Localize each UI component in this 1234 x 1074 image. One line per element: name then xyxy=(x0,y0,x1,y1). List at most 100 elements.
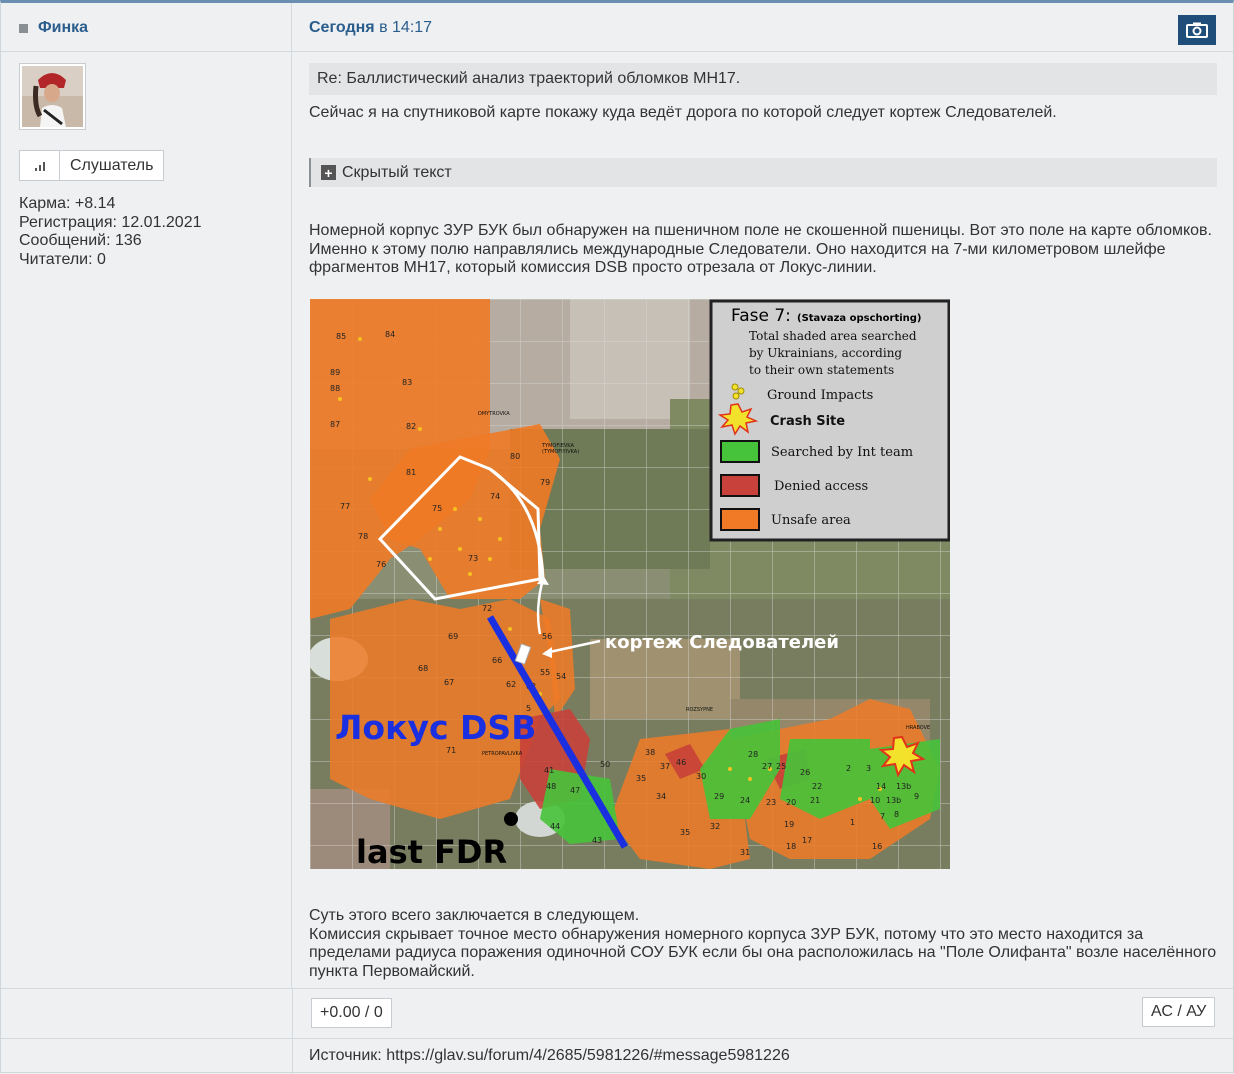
svg-text:62: 62 xyxy=(506,680,516,689)
svg-text:28: 28 xyxy=(748,750,758,759)
svg-text:31: 31 xyxy=(740,848,750,857)
svg-text:38: 38 xyxy=(645,748,655,757)
legend-swatch-unsafe xyxy=(720,508,760,531)
post-date-time: в 14:17 xyxy=(374,19,433,36)
svg-text:(TYMOFIYIVKA): (TYMOFIYIVKA) xyxy=(542,449,579,455)
post-date[interactable]: Сегодня в 14:17 xyxy=(309,19,432,37)
legend-swatch-searched xyxy=(720,440,760,463)
message-count: Сообщений: 136 xyxy=(19,232,142,249)
svg-text:50: 50 xyxy=(600,760,610,769)
svg-text:77: 77 xyxy=(340,502,350,511)
annotation-locus: Локус DSB xyxy=(335,708,536,747)
svg-text:27: 27 xyxy=(762,762,772,771)
svg-text:1: 1 xyxy=(850,818,855,827)
author-name[interactable]: Финка xyxy=(38,19,88,37)
svg-text:35: 35 xyxy=(680,828,690,837)
svg-text:3: 3 xyxy=(866,764,871,773)
post-paragraph-1: Сейчас я на спутниковой карте покажу куд… xyxy=(309,104,1057,121)
svg-text:10: 10 xyxy=(870,796,880,805)
rating-button[interactable]: +0.00 / 0 xyxy=(311,998,392,1028)
debris-map-image[interactable]: 85 84 89 88 83 87 82 81 80 79 77 78 75 74 73 76 72 69… xyxy=(308,299,951,871)
listen-label: Слушатель xyxy=(70,156,154,174)
legend-unsafe: Unsafe area xyxy=(771,513,851,528)
svg-text:17: 17 xyxy=(802,836,812,845)
svg-text:44: 44 xyxy=(550,822,560,831)
signal-bars-icon xyxy=(20,151,60,180)
author-stats: Карма: +8.14 Регистрация: 12.01.2021 Соо… xyxy=(19,195,202,269)
svg-text:54: 54 xyxy=(556,672,566,681)
svg-text:75: 75 xyxy=(432,504,442,513)
svg-text:89: 89 xyxy=(330,368,340,377)
svg-text:66: 66 xyxy=(492,656,502,665)
header-divider xyxy=(1,51,1233,52)
author-column: Финка Слушатель Карма: +8.14 Регистрация… xyxy=(1,3,292,988)
svg-text:73: 73 xyxy=(468,554,478,563)
camera-icon xyxy=(1186,22,1208,38)
svg-text:46: 46 xyxy=(676,758,686,767)
svg-text:24: 24 xyxy=(740,796,750,805)
svg-text:68: 68 xyxy=(418,664,428,673)
svg-text:9: 9 xyxy=(914,792,919,801)
karma: Карма: +8.14 xyxy=(19,195,116,212)
author-name-row: Финка xyxy=(19,17,88,39)
source-link[interactable]: Источник: https://glav.su/forum/4/2685/5… xyxy=(309,1047,790,1065)
svg-text:34: 34 xyxy=(656,792,666,801)
footer-divider-1 xyxy=(1,988,1233,989)
svg-text:16: 16 xyxy=(872,842,882,851)
svg-text:76: 76 xyxy=(376,560,386,569)
registration: Регистрация: 12.01.2021 xyxy=(19,213,202,231)
hidden-text-label: Скрытый текст xyxy=(342,163,452,181)
svg-text:55: 55 xyxy=(540,668,550,677)
svg-text:72: 72 xyxy=(482,604,492,613)
svg-text:85: 85 xyxy=(336,332,346,341)
svg-text:87: 87 xyxy=(330,420,340,429)
svg-text:29: 29 xyxy=(714,792,724,801)
footer-column-divider xyxy=(292,988,293,1074)
svg-text:22: 22 xyxy=(812,782,822,791)
svg-text:26: 26 xyxy=(800,768,810,777)
acau-button[interactable]: АС / АУ xyxy=(1142,997,1216,1027)
svg-text:56: 56 xyxy=(542,632,552,641)
expand-plus-icon: + xyxy=(321,165,336,180)
svg-text:7: 7 xyxy=(880,812,885,821)
svg-text:69: 69 xyxy=(448,632,458,641)
legend-desc-3: to their own statements xyxy=(749,363,894,377)
legend-crash-site: Crash Site xyxy=(770,414,845,429)
screenshot-button[interactable] xyxy=(1178,15,1216,45)
annotation-last-fdr: last FDR xyxy=(356,833,507,869)
footer-divider-2 xyxy=(1,1038,1233,1039)
svg-text:18: 18 xyxy=(786,842,796,851)
svg-text:37: 37 xyxy=(660,762,670,771)
svg-text:41: 41 xyxy=(544,766,554,775)
post-frame: Финка Слушатель Карма: +8.14 Регистрация… xyxy=(0,0,1234,1074)
svg-text:13b: 13b xyxy=(886,796,901,805)
svg-text:83: 83 xyxy=(402,378,412,387)
svg-text:13b: 13b xyxy=(896,782,911,791)
post-paragraph-2: Номерной корпус ЗУР БУК был обнаружен на… xyxy=(309,222,1212,276)
hidden-text-toggle[interactable]: + Скрытый текст xyxy=(309,158,1217,187)
svg-text:47: 47 xyxy=(570,786,580,795)
legend-searched: Searched by Int team xyxy=(771,445,913,460)
status-square-icon xyxy=(19,23,28,33)
svg-text:25: 25 xyxy=(776,762,786,771)
svg-text:67: 67 xyxy=(444,678,454,687)
svg-text:ROZSYPNE: ROZSYPNE xyxy=(686,707,713,713)
svg-text:30: 30 xyxy=(696,772,706,781)
svg-text:2: 2 xyxy=(846,764,851,773)
post-subject: Re: Баллистический анализ траекторий обл… xyxy=(309,63,1217,95)
svg-text:74: 74 xyxy=(490,492,500,501)
svg-text:71: 71 xyxy=(446,746,456,755)
post-paragraph-3-line-2: Комиссия скрывает точное место обнаружен… xyxy=(309,925,1217,980)
svg-text:78: 78 xyxy=(358,532,368,541)
post-date-day: Сегодня xyxy=(309,19,375,36)
reader-count: Читатели: 0 xyxy=(19,250,106,268)
svg-text:20: 20 xyxy=(786,798,796,807)
listen-button[interactable]: Слушатель xyxy=(19,150,165,181)
post-paragraph-3-line-1: Суть этого всего заключается в следующем… xyxy=(309,907,640,924)
avatar[interactable] xyxy=(19,63,86,130)
legend-denied: Denied access xyxy=(774,479,868,494)
svg-text:82: 82 xyxy=(406,422,416,431)
svg-text:DMYTROVKA: DMYTROVKA xyxy=(478,411,510,417)
legend-subtitle: (Stavaza opschorting) xyxy=(797,313,922,324)
svg-text:35: 35 xyxy=(636,774,646,783)
